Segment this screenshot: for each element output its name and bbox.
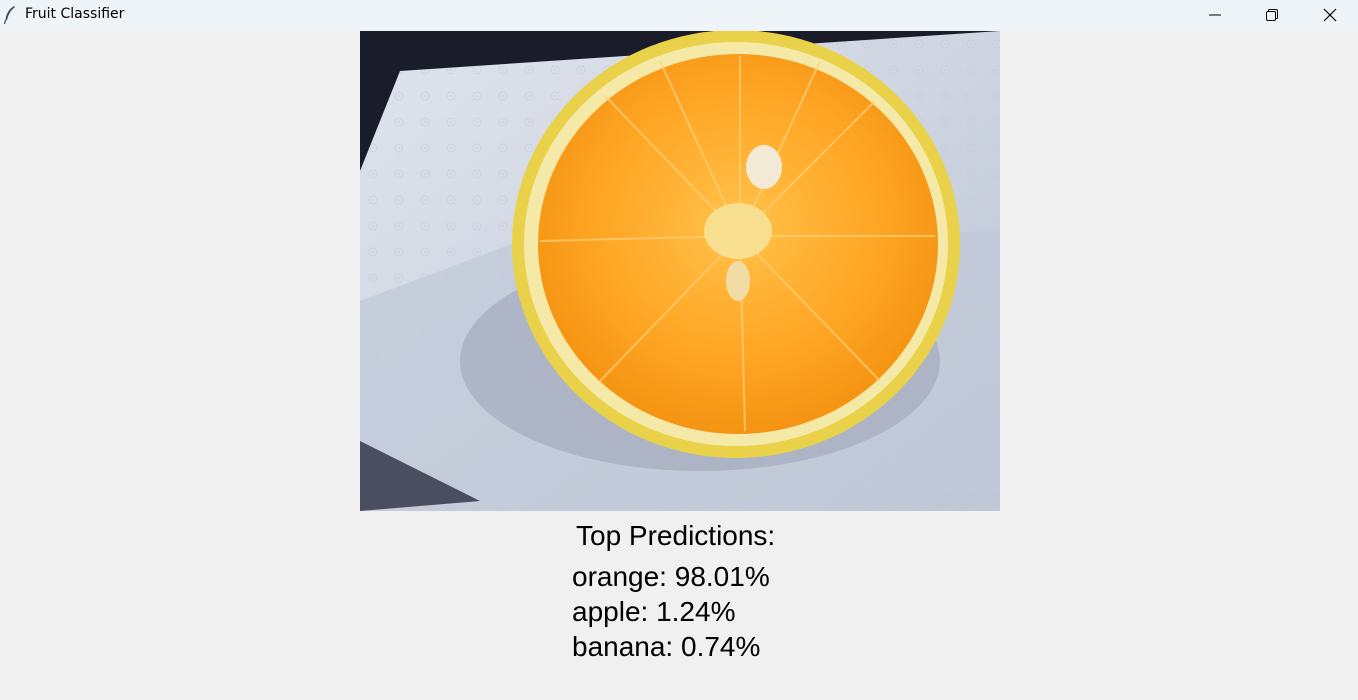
prediction-apple: apple: 1.24% (572, 596, 736, 627)
restore-icon (1266, 9, 1278, 21)
feather-icon (3, 6, 15, 25)
predictions-heading: Top Predictions: (576, 522, 776, 551)
minimize-icon (1209, 14, 1221, 16)
prediction-orange: orange: 98.01% (572, 561, 770, 592)
restore-button[interactable] (1243, 0, 1301, 30)
prediction-banana: banana: 0.74% (572, 631, 761, 662)
title-bar: Fruit Classifier (0, 0, 1358, 30)
close-button[interactable] (1301, 0, 1358, 30)
classified-image (360, 31, 1000, 511)
window-title: Fruit Classifier (25, 6, 125, 22)
predictions-panel: Top Predictions: orange: 98.01% apple: 1… (572, 522, 902, 672)
orange-slice-image (360, 31, 1000, 511)
close-icon (1323, 8, 1337, 22)
minimize-button[interactable] (1186, 0, 1244, 30)
